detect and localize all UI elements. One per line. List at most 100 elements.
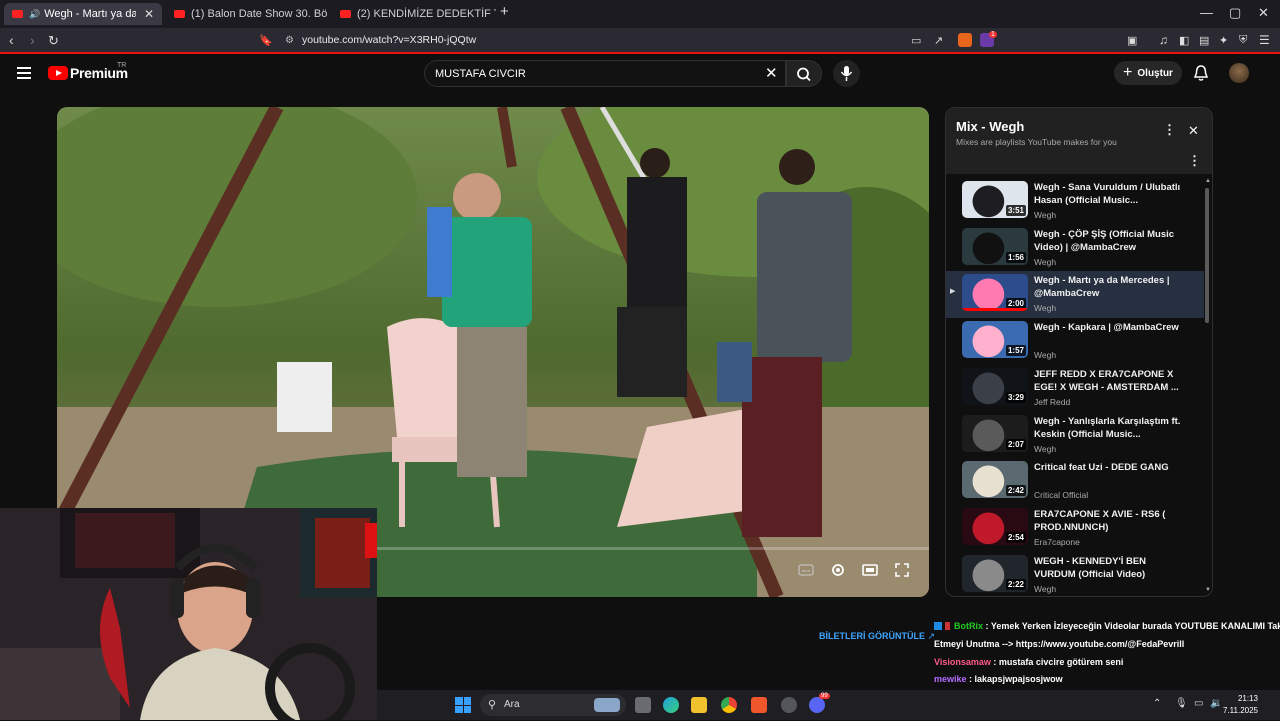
playlist-item-title[interactable]: Wegh - ÇÖP ŞİŞ (Official Music Video) | … [1034,228,1182,254]
notifications-bell-icon[interactable] [1192,64,1210,82]
taskbar-search[interactable]: ⚲ Ara [480,694,626,716]
playlist-item[interactable]: 2:42 Critical feat Uzi - DEDE GANG Critica… [946,458,1204,505]
chat-username: mewike [934,674,967,685]
edge-icon[interactable] [663,697,679,713]
video-thumbnail[interactable]: 2:07 [962,414,1028,452]
playlist-scrollbar[interactable]: ▲ ▼ [1204,178,1211,594]
back-icon[interactable]: ‹ [9,32,14,48]
brave-shield-icon[interactable] [958,33,972,47]
app-icon[interactable] [781,697,797,713]
close-tab-icon[interactable]: ✕ [144,7,154,21]
search-button[interactable] [786,60,822,87]
minimize-icon[interactable]: — [1200,5,1213,20]
sidebar-icon[interactable]: ◧ [1179,34,1189,47]
leo-ai-icon[interactable]: ✦ [1219,34,1228,47]
share-icon[interactable]: ↗ [934,34,943,47]
restore-icon[interactable]: ▢ [1229,5,1241,21]
rewards-badge: 1 [989,31,997,38]
close-window-icon[interactable]: ✕ [1258,5,1269,21]
taskbar-search-label: Ara [504,699,520,710]
video-thumbnail[interactable]: 2:00 [962,274,1028,312]
video-thumbnail[interactable]: 3:51 [962,181,1028,218]
playlist-item-title[interactable]: Wegh - Sana Vuruldum / Ulubatlı Hasan (O… [1034,181,1182,207]
playlist-item[interactable]: 2:07 Wegh - Yanlışlarla Karşılaştım ft. K… [946,412,1204,459]
tab-active[interactable]: 🔊 Wegh - Martı ya da Mercedes ✕ [4,3,162,25]
video-thumbnail[interactable]: 3:29 [962,367,1028,405]
clear-search-icon[interactable]: ✕ [765,64,778,82]
video-thumbnail[interactable]: 1:56 [962,227,1028,265]
chat-text: : lakapsjwpajsosjwow [969,674,1063,685]
wallet-icon[interactable]: ▤ [1199,34,1209,47]
settings-button[interactable] [824,559,852,581]
plus-icon: + [1123,64,1133,81]
chat-message: Etmeyi Unutma --> https://www.youtube.co… [934,639,1184,649]
youtube-logo-icon[interactable] [48,66,68,80]
playlist-item-title[interactable]: WEGH - KENNEDY'İ BEN VURDUM (Official Vi… [1034,555,1182,581]
playlist-item[interactable]: 1:56 Wegh - ÇÖP ŞİŞ (Official Music Video… [946,225,1204,272]
playlist-menu-icon[interactable]: ⋮ [1188,153,1201,169]
reader-icon[interactable]: ▣ [1127,34,1137,47]
playlist-item-title[interactable]: Wegh - Yanlışlarla Karşılaştım ft. Keski… [1034,415,1182,441]
view-tickets-link[interactable]: BİLETLERİ GÖRÜNTÜLE ↗ [819,631,935,642]
playlist-item-title[interactable]: Wegh - Martı ya da Mercedes | @MambaCrew [1034,274,1182,300]
volume-icon[interactable]: 🔉 [1210,698,1222,709]
scroll-up-icon[interactable]: ▲ [1205,178,1211,184]
playlist-item[interactable]: 2:22 WEGH - KENNEDY'İ BEN VURDUM (Officia… [946,552,1204,596]
file-explorer-icon[interactable] [691,697,707,713]
fullscreen-button[interactable] [888,559,916,581]
close-playlist-icon[interactable]: ✕ [1188,123,1199,139]
voice-search-button[interactable] [833,60,860,87]
playlist-item[interactable]: 3:51 Wegh - Sana Vuruldum / Ulubatlı Hasa… [946,178,1204,225]
duration-badge: 1:56 [1005,251,1026,263]
media-icon[interactable]: ♫ [1159,33,1168,47]
create-button[interactable]: + Oluştur [1114,61,1182,85]
video-thumbnail[interactable]: 2:54 [962,507,1028,545]
task-view-icon[interactable] [635,697,651,713]
tab-2[interactable]: (1) Balon Date Show 30. Bölüm ( ATI [166,3,328,25]
url-field[interactable]: youtube.com/watch?v=X3RH0-jQQtw [302,34,476,46]
chat-message: BotRix : Yemek Yerken İzleyeceğin Videol… [934,621,1280,631]
brave-icon[interactable] [751,697,767,713]
new-tab-icon[interactable]: + [500,3,509,20]
discord-icon[interactable] [809,697,825,713]
video-thumbnail[interactable]: 1:57 [962,321,1028,359]
playlist-item[interactable]: ▶ 2:00 Wegh - Martı ya da Mercedes | @Mamb… [946,271,1204,319]
playlist-item[interactable]: 1:57 Wegh - Kapkara | @MambaCrew Wegh [946,318,1204,365]
playlist-item-title[interactable]: Critical feat Uzi - DEDE GANG [1034,461,1182,474]
playlist-item-title[interactable]: JEFF REDD X ERA7CAPONE X EGE! X WEGH - A… [1034,368,1182,394]
speaker-icon[interactable]: 🔊 [29,9,40,20]
cast-icon[interactable]: ▭ [911,34,921,47]
microphone-tray-icon[interactable]: 🎙 [1175,698,1188,709]
playlist-item-channel: Era7capone [1034,536,1080,547]
search-input[interactable]: MUSTAFA CIVCIR ✕ [424,60,786,87]
browser-tab-bar: 🔊 Wegh - Martı ya da Mercedes ✕ (1) Balo… [0,0,1280,28]
subtitles-button[interactable] [792,559,820,581]
scroll-down-icon[interactable]: ▼ [1205,587,1211,593]
network-icon[interactable]: ▭ [1194,698,1203,709]
chrome-icon[interactable] [721,697,737,713]
menu-icon[interactable]: ☰ [1259,33,1270,47]
chat-message: mewike : lakapsjwpajsosjwow [934,674,1063,684]
more-options-icon[interactable]: ⋮ [1163,122,1176,138]
windows-start-icon[interactable] [455,697,471,713]
duration-badge: 2:54 [1005,531,1026,543]
chat-message: Visionsamaw : mustafa civcire götürem se… [934,657,1123,667]
playlist-item-title[interactable]: ERA7CAPONE X AVIE - RS6 ( PROD.NNUNCH) [1034,508,1182,534]
playlist-item-title[interactable]: Wegh - Kapkara | @MambaCrew [1034,321,1182,334]
site-info-icon[interactable]: ⚙ [285,35,294,46]
bookmark-icon[interactable]: 🔖 [259,34,273,47]
system-clock[interactable]: 21:13 7.11.2025 [1223,693,1258,717]
forward-icon[interactable]: › [30,32,35,48]
video-thumbnail[interactable]: 2:22 [962,554,1028,592]
playlist-item[interactable]: 3:29 JEFF REDD X ERA7CAPONE X EGE! X WEGH… [946,365,1204,412]
vpn-icon[interactable]: ⛨ [1239,34,1247,47]
hamburger-menu-icon[interactable] [17,67,31,79]
scrollbar-thumb[interactable] [1205,188,1209,323]
account-avatar[interactable] [1229,63,1249,83]
tray-expand-icon[interactable]: ⌃ [1153,698,1161,709]
reload-icon[interactable]: ↻ [48,33,59,49]
theater-mode-button[interactable] [856,559,884,581]
video-thumbnail[interactable]: 2:42 [962,461,1028,499]
playlist-item[interactable]: 2:54 ERA7CAPONE X AVIE - RS6 ( PROD.NNUNC… [946,505,1204,552]
tab-3[interactable]: (2) KENDİMİZE DEDEKTİF TUTTUK! | 3 [332,3,496,25]
